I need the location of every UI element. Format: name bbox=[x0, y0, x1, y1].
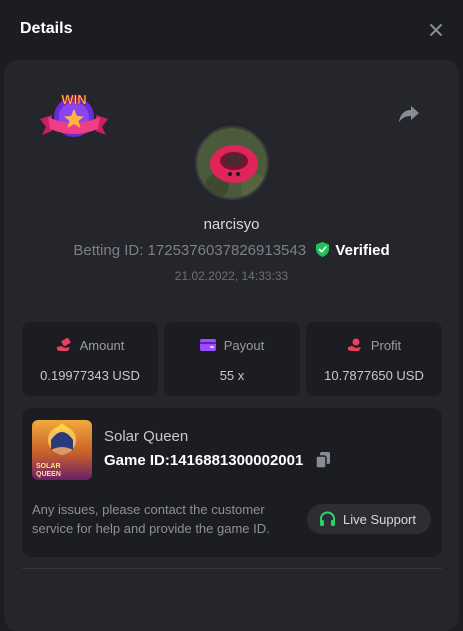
betting-id: Betting ID: 1725376037826913543 bbox=[73, 242, 307, 259]
stat-amount-label: Amount bbox=[79, 338, 125, 353]
game-thumbnail-image: SOLAR QUEEN bbox=[32, 420, 92, 480]
money-hand-icon bbox=[56, 338, 71, 351]
live-support-label: Live Support bbox=[343, 512, 416, 527]
share-icon[interactable] bbox=[398, 102, 420, 124]
coins-hand-icon bbox=[347, 338, 361, 351]
thumb-title-line1: SOLAR bbox=[36, 463, 61, 470]
live-support-button[interactable]: Live Support bbox=[307, 504, 431, 534]
avatar-image bbox=[197, 128, 267, 198]
verified-shield-icon bbox=[316, 242, 330, 257]
betting-id-row: Betting ID: 1725376037826913543 Verified bbox=[4, 242, 459, 259]
bet-timestamp: 21.02.2022, 14:33:33 bbox=[174, 269, 289, 283]
modal-title: Details bbox=[20, 20, 73, 37]
verified-label: Verified bbox=[335, 242, 390, 259]
stat-amount: Amount 0.19977343 USD bbox=[22, 322, 158, 396]
details-modal: Details WIN narcisyo Betting ID: 1725376… bbox=[0, 0, 463, 631]
headset-icon bbox=[320, 511, 335, 526]
game-id-row: Game ID:1416881300002001 bbox=[104, 452, 330, 469]
stat-payout-value: 55 x bbox=[219, 368, 245, 383]
stat-payout: Payout 55 x bbox=[164, 322, 300, 396]
help-text: Any issues, please contact the customer … bbox=[32, 502, 270, 536]
stat-profit-value: 10.7877650 USD bbox=[324, 368, 424, 383]
stat-amount-value: 0.19977343 USD bbox=[40, 368, 140, 383]
copy-icon[interactable] bbox=[315, 452, 330, 468]
divider bbox=[22, 568, 442, 569]
username: narcisyo bbox=[203, 216, 260, 233]
avatar bbox=[195, 126, 269, 200]
close-icon[interactable] bbox=[426, 20, 446, 40]
bet-details-card: WIN narcisyo Betting ID: 172537603782691… bbox=[4, 60, 459, 631]
stat-profit: Profit 10.7877650 USD bbox=[306, 322, 442, 396]
bet-stats: Amount 0.19977343 USD Payout 55 x Profit… bbox=[22, 322, 442, 396]
thumb-title-line2: QUEEN bbox=[36, 471, 61, 478]
game-thumbnail[interactable]: SOLAR QUEEN bbox=[32, 420, 92, 480]
win-badge-text: WIN bbox=[61, 92, 86, 107]
game-name: Solar Queen bbox=[104, 428, 189, 445]
stat-payout-label: Payout bbox=[223, 338, 265, 353]
game-info-panel: SOLAR QUEEN Solar Queen Game ID:14168813… bbox=[22, 408, 442, 557]
game-id: Game ID:1416881300002001 bbox=[104, 452, 304, 469]
modal-header: Details bbox=[0, 0, 463, 60]
wallet-icon bbox=[199, 339, 216, 351]
win-badge-icon: WIN bbox=[40, 92, 108, 137]
stat-profit-label: Profit bbox=[370, 338, 402, 353]
